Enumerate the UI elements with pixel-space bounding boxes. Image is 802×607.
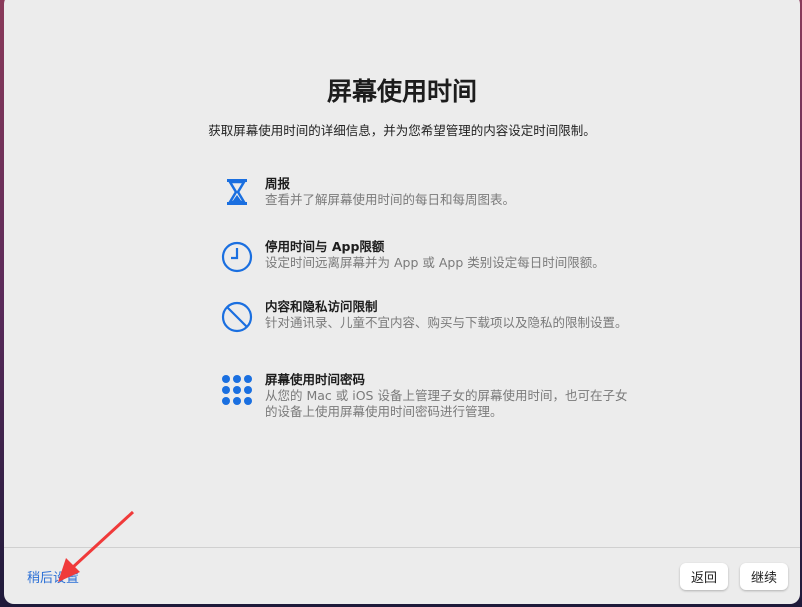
hourglass-icon <box>214 176 260 208</box>
feature-title: 屏幕使用时间密码 <box>265 372 634 388</box>
continue-button[interactable]: 继续 <box>740 563 788 590</box>
set-up-later-link[interactable]: 稍后设置 <box>27 567 79 586</box>
clock-icon <box>214 239 260 273</box>
feature-desc: 针对通讯录、儿童不宜内容、购买与下载项以及隐私的限制设置。 <box>265 315 628 331</box>
back-button[interactable]: 返回 <box>680 563 728 590</box>
feature-title: 周报 <box>265 176 515 192</box>
feature-downtime: 停用时间与 App限额设定时间远离屏幕并为 App 或 App 类别设定每日时间… <box>214 239 634 273</box>
feature-weekly-report: 周报查看并了解屏幕使用时间的每日和每周图表。 <box>214 176 634 208</box>
page-subtitle: 获取屏幕使用时间的详细信息，并为您希望管理的内容设定时间限制。 <box>4 120 800 139</box>
feature-title: 内容和隐私访问限制 <box>265 299 628 315</box>
prohibited-icon <box>214 299 260 333</box>
feature-desc: 从您的 Mac 或 iOS 设备上管理子女的屏幕使用时间，也可在子女的设备上使用… <box>265 388 634 420</box>
setup-window: 屏幕使用时间 获取屏幕使用时间的详细信息，并为您希望管理的内容设定时间限制。 周… <box>4 0 800 604</box>
page-title: 屏幕使用时间 <box>4 72 800 108</box>
feature-content-privacy: 内容和隐私访问限制针对通讯录、儿童不宜内容、购买与下载项以及隐私的限制设置。 <box>214 299 634 333</box>
feature-passcode: 屏幕使用时间密码从您的 Mac 或 iOS 设备上管理子女的屏幕使用时间，也可在… <box>214 372 634 420</box>
feature-desc: 设定时间远离屏幕并为 App 或 App 类别设定每日时间限额。 <box>265 255 605 271</box>
passcode-icon <box>214 372 260 420</box>
feature-desc: 查看并了解屏幕使用时间的每日和每周图表。 <box>265 192 515 208</box>
feature-title: 停用时间与 App限额 <box>265 239 605 255</box>
footer-divider <box>4 547 800 548</box>
